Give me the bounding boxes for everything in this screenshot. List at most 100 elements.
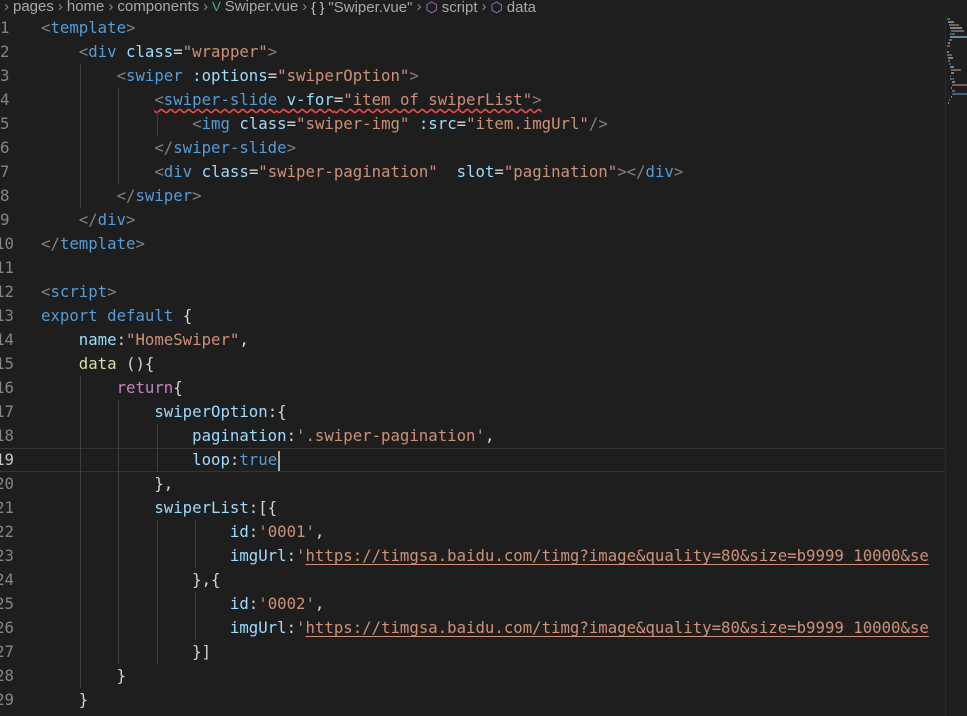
line-number: 13 [0, 306, 14, 325]
breadcrumb-label: "Swiper.vue" [328, 0, 413, 16]
breadcrumb-label: data [506, 0, 536, 16]
chevron-right-icon: › [203, 0, 209, 15]
code-text: swiperOption:{ [154, 402, 287, 421]
breadcrumb-item[interactable]: ⬡ script [425, 0, 477, 15]
line-number: 8 [0, 186, 10, 205]
code-line[interactable]: 4 <swiper-slide v-for="item of swiperLis… [0, 88, 945, 112]
code-line[interactable]: 19 loop:true [0, 448, 945, 472]
code-text: } [78, 690, 89, 709]
code-line[interactable]: 5 <img class="swiper-img" :src="item.img… [0, 112, 945, 136]
code-line[interactable]: 8 </swiper> [0, 184, 945, 208]
line-number: 2 [0, 42, 10, 61]
vertical-scrollbar[interactable] [945, 16, 967, 716]
code-line[interactable]: 3 <swiper :options="swiperOption"> [0, 64, 945, 88]
line-number: 3 [0, 66, 10, 85]
breadcrumb-item[interactable]: pages [13, 0, 54, 14]
code-text: </template> [41, 234, 145, 253]
breadcrumb: › pages › home › components › V Swiper.vue ›{ } "S… [0, 0, 967, 16]
code-text: </swiper> [116, 186, 202, 205]
chevron-right-icon: › [4, 0, 9, 15]
minimap-line [948, 42, 950, 44]
line-number: 10 [0, 234, 14, 253]
line-number: 16 [0, 378, 14, 397]
minimap-line [950, 36, 967, 38]
code-text: return{ [116, 378, 183, 397]
line-number: 27 [0, 642, 14, 661]
minimap-line [947, 51, 950, 53]
minimap[interactable] [947, 18, 967, 108]
code-line[interactable]: 2 <div class="wrapper"> [0, 40, 945, 64]
minimap-line [950, 27, 963, 29]
code-line[interactable]: 1 <template> [0, 16, 945, 40]
url-link[interactable]: https://timgsa.baidu.com/timg?image&qual… [305, 546, 928, 565]
code-text: loop:true [41, 448, 281, 472]
breadcrumb-label: script [441, 0, 478, 16]
code-line[interactable]: 15 data (){ [0, 352, 945, 376]
code-text: </div> [78, 210, 136, 229]
line-number: 22 [0, 522, 14, 541]
chevron-right-icon: › [302, 0, 308, 15]
line-number: 7 [0, 162, 10, 181]
code-line[interactable]: 17 swiperOption:{ [0, 400, 945, 424]
breadcrumb-item[interactable]: { } "Swiper.vue" [311, 0, 412, 15]
text-cursor [278, 450, 281, 471]
code-text: }] [192, 642, 212, 661]
code-text: <div class="wrapper"> [78, 42, 278, 61]
code-line[interactable]: 22 id:'0001', [0, 520, 945, 544]
breadcrumb-item[interactable]: V Swiper.vue [212, 0, 298, 14]
code-line[interactable]: 16 return{ [0, 376, 945, 400]
error-squiggle[interactable]: <swiper-slide v-for="item of swiperList"… [154, 90, 541, 109]
code-line[interactable]: 18 pagination:'.swiper-pagination', [0, 424, 945, 448]
line-number: 9 [0, 210, 10, 229]
code-line[interactable]: 25 id:'0002', [0, 592, 945, 616]
code-editor[interactable]: 1 <template> 2 <div class="wrapper"> 3 <swi… [0, 16, 945, 716]
line-number: 24 [0, 570, 14, 589]
line-number: 26 [0, 618, 14, 637]
code-text: <swiper :options="swiperOption"> [116, 66, 419, 85]
minimap-line [952, 81, 955, 83]
code-text: export default { [41, 306, 193, 325]
vue-file-icon: V [212, 0, 221, 14]
code-line[interactable]: 28 } [0, 664, 945, 688]
code-line[interactable]: 27 }] [0, 640, 945, 664]
code-line[interactable]: 24 },{ [0, 568, 945, 592]
minimap-line [950, 33, 955, 35]
code-text: <script> [41, 282, 117, 301]
code-text: id:'0002', [229, 594, 325, 613]
code-text: }, [154, 474, 174, 493]
minimap-line [948, 60, 951, 62]
breadcrumb-item[interactable]: components [117, 0, 199, 14]
code-line[interactable]: 10 </template> [0, 232, 945, 256]
url-link[interactable]: https://timgsa.baidu.com/timg?image&qual… [305, 618, 928, 637]
code-text: name:"HomeSwiper", [78, 330, 249, 349]
code-line[interactable]: 26 imgUrl:'https://timgsa.baidu.com/timg… [0, 616, 945, 640]
chevron-right-icon: › [481, 0, 487, 15]
breadcrumb-item[interactable]: ⬡ data [491, 0, 536, 15]
code-line[interactable]: 11 [0, 256, 945, 280]
line-number: 11 [0, 258, 14, 277]
minimap-line [948, 21, 955, 23]
code-text: <div class="swiper-pagination" slot="pag… [154, 162, 684, 181]
chevron-right-icon: › [108, 0, 114, 15]
code-line[interactable]: 14 name:"HomeSwiper", [0, 328, 945, 352]
line-number: 21 [0, 498, 14, 517]
code-line[interactable]: 20 }, [0, 472, 945, 496]
minimap-line [951, 30, 965, 32]
code-line[interactable]: 9 </div> [0, 208, 945, 232]
breadcrumb-item[interactable]: home [67, 0, 105, 14]
chevron-right-icon: › [57, 0, 63, 15]
line-number: 18 [0, 426, 14, 445]
code-line[interactable]: 13 export default { [0, 304, 945, 328]
code-text: imgUrl:'https://timgsa.baidu.com/timg?im… [229, 546, 929, 565]
code-line[interactable]: 12 <script> [0, 280, 945, 304]
breadcrumb-label: home [66, 0, 105, 15]
code-line[interactable]: 21 swiperList:[{ [0, 496, 945, 520]
code-line[interactable]: 7 <div class="swiper-pagination" slot="p… [0, 160, 945, 184]
minimap-line [947, 45, 951, 47]
chevron-right-icon: › [416, 0, 422, 15]
minimap-line [950, 78, 954, 80]
cube-icon: ⬡ [425, 0, 438, 15]
code-line[interactable]: 23 imgUrl:'https://timgsa.baidu.com/timg… [0, 544, 945, 568]
code-line[interactable]: 29 } [0, 688, 945, 712]
code-line[interactable]: 6 </swiper-slide> [0, 136, 945, 160]
